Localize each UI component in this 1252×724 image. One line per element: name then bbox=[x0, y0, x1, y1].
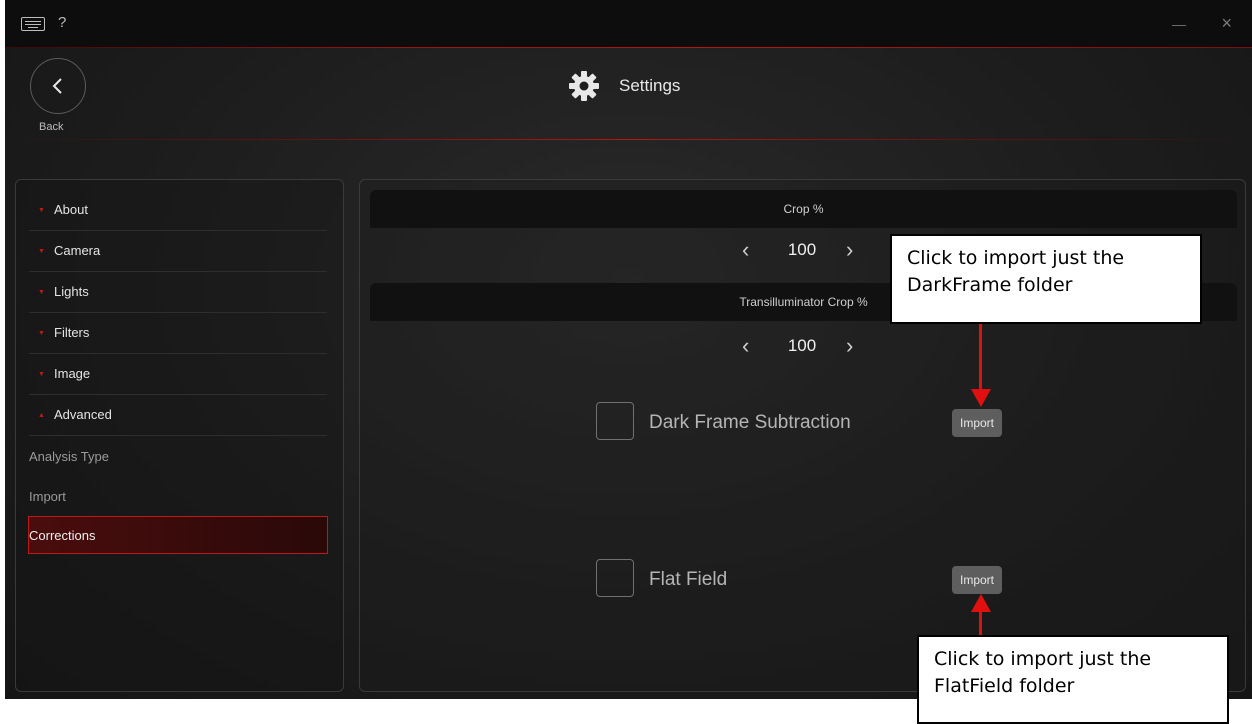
sidebar-item-label: Camera bbox=[54, 243, 101, 258]
page-title: Settings bbox=[619, 76, 681, 95]
dark-frame-import-button[interactable]: Import bbox=[952, 409, 1002, 437]
crop-increment-button[interactable]: › bbox=[846, 237, 853, 263]
sidebar-subitem-label: Analysis Type bbox=[29, 449, 109, 464]
close-button[interactable]: × bbox=[1221, 13, 1232, 35]
sidebar-item-advanced[interactable]: ▲ Advanced bbox=[29, 396, 327, 436]
sidebar-item-filters[interactable]: ▼ Filters bbox=[29, 314, 327, 354]
chevron-left-icon bbox=[52, 78, 62, 94]
crop-decrement-button[interactable]: ‹ bbox=[742, 237, 749, 263]
sidebar-subitem-label: Import bbox=[29, 489, 66, 504]
arrow-down-icon bbox=[971, 389, 991, 407]
callout-line: DarkFrame folder bbox=[907, 274, 1073, 296]
back-label: Back bbox=[39, 121, 64, 133]
trans-crop-decrement-button[interactable]: ‹ bbox=[742, 333, 749, 359]
sidebar-item-label: About bbox=[54, 202, 88, 217]
flat-field-callout: Click to import just the FlatField folde… bbox=[917, 635, 1229, 724]
caret-down-icon: ▼ bbox=[38, 371, 45, 378]
dark-frame-arrow bbox=[979, 324, 982, 390]
sidebar-item-label: Advanced bbox=[54, 407, 112, 422]
flat-field-import-button[interactable]: Import bbox=[952, 566, 1002, 594]
settings-sidebar: ▼ About ▼ Camera ▼ Lights ▼ Filters ▼ Im… bbox=[15, 179, 344, 692]
sidebar-item-lights[interactable]: ▼ Lights bbox=[29, 273, 327, 313]
trans-crop-value: 100 bbox=[787, 336, 817, 355]
sidebar-item-label: Lights bbox=[54, 284, 89, 299]
dark-frame-label: Dark Frame Subtraction bbox=[649, 412, 851, 433]
sidebar-item-camera[interactable]: ▼ Camera bbox=[29, 232, 327, 272]
crop-value: 100 bbox=[787, 240, 817, 259]
callout-line: Click to import just the bbox=[907, 247, 1125, 269]
sidebar-subitem-corrections[interactable]: Corrections bbox=[28, 516, 328, 554]
flat-field-arrow bbox=[979, 611, 982, 635]
crop-stepper: ‹ 100 › bbox=[742, 233, 862, 265]
caret-down-icon: ▼ bbox=[38, 289, 45, 296]
help-icon[interactable]: ? bbox=[58, 14, 66, 36]
caret-up-icon: ▲ bbox=[38, 412, 45, 419]
crop-section-header: Crop % bbox=[370, 190, 1237, 228]
caret-down-icon: ▼ bbox=[38, 207, 45, 214]
minimize-button[interactable] bbox=[1172, 25, 1186, 26]
trans-crop-stepper: ‹ 100 › bbox=[742, 329, 862, 361]
keyboard-icon[interactable] bbox=[21, 17, 45, 31]
sidebar-item-label: Image bbox=[54, 366, 91, 381]
callout-line: Click to import just the bbox=[934, 648, 1152, 670]
caret-down-icon: ▼ bbox=[38, 330, 45, 337]
arrow-up-icon bbox=[971, 594, 991, 612]
sidebar-item-label: Filters bbox=[54, 325, 90, 340]
dark-frame-callout: Click to import just the DarkFrame folde… bbox=[890, 234, 1202, 324]
flat-field-label: Flat Field bbox=[649, 569, 728, 590]
sidebar-subitem-import[interactable]: Import bbox=[29, 478, 327, 516]
trans-crop-increment-button[interactable]: › bbox=[846, 333, 853, 359]
sidebar-subitem-analysis-type[interactable]: Analysis Type bbox=[29, 438, 327, 476]
dark-frame-checkbox[interactable] bbox=[596, 402, 634, 440]
flat-field-checkbox[interactable] bbox=[596, 559, 634, 597]
app-window: ? × Back Settings ▼ About ▼ Camera ▼ Lig… bbox=[5, 0, 1252, 699]
back-button[interactable] bbox=[30, 58, 86, 114]
header-divider bbox=[5, 139, 1252, 140]
sidebar-item-about[interactable]: ▼ About bbox=[29, 191, 327, 231]
sidebar-subitem-label: Corrections bbox=[29, 528, 96, 543]
titlebar: ? × bbox=[5, 0, 1252, 48]
caret-down-icon: ▼ bbox=[38, 248, 45, 255]
sidebar-item-image[interactable]: ▼ Image bbox=[29, 355, 327, 395]
callout-line: FlatField folder bbox=[934, 675, 1075, 697]
gear-icon bbox=[569, 71, 599, 101]
